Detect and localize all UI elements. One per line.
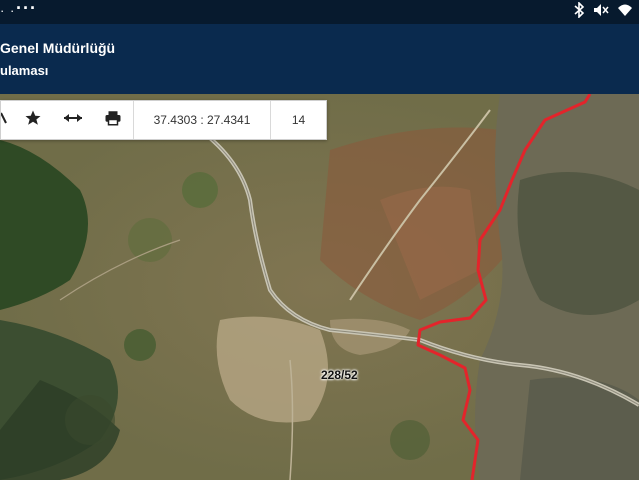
wifi-icon bbox=[617, 2, 633, 22]
location-button[interactable] bbox=[0, 101, 13, 139]
bluetooth-icon bbox=[573, 1, 585, 22]
status-notification-dots: · · bbox=[0, 3, 16, 18]
header-subtitle: ulaması bbox=[0, 63, 49, 78]
star-icon bbox=[24, 109, 42, 132]
satellite-map[interactable]: 228/52 bbox=[0, 94, 639, 480]
app-header: Genel Müdürlüğü ulaması bbox=[0, 24, 639, 94]
map-toolbar: 37.4303 : 27.4341 14 bbox=[0, 100, 327, 140]
map-imagery bbox=[0, 94, 639, 480]
header-title: Genel Müdürlüğü bbox=[0, 40, 116, 56]
status-bar: · · ··· bbox=[0, 0, 639, 24]
measure-button[interactable] bbox=[53, 101, 93, 139]
print-button[interactable] bbox=[93, 101, 133, 139]
coordinate-readout: 37.4303 : 27.4341 bbox=[153, 113, 251, 127]
measure-icon bbox=[63, 111, 83, 130]
favorite-button[interactable] bbox=[13, 101, 53, 139]
zoom-level: 14 bbox=[291, 113, 306, 127]
status-icons bbox=[573, 1, 633, 22]
location-icon bbox=[0, 111, 7, 130]
status-more-icon: ··· bbox=[16, 0, 37, 18]
print-icon bbox=[104, 109, 122, 132]
parcel-label[interactable]: 228/52 bbox=[321, 368, 358, 382]
mute-icon bbox=[593, 2, 609, 22]
